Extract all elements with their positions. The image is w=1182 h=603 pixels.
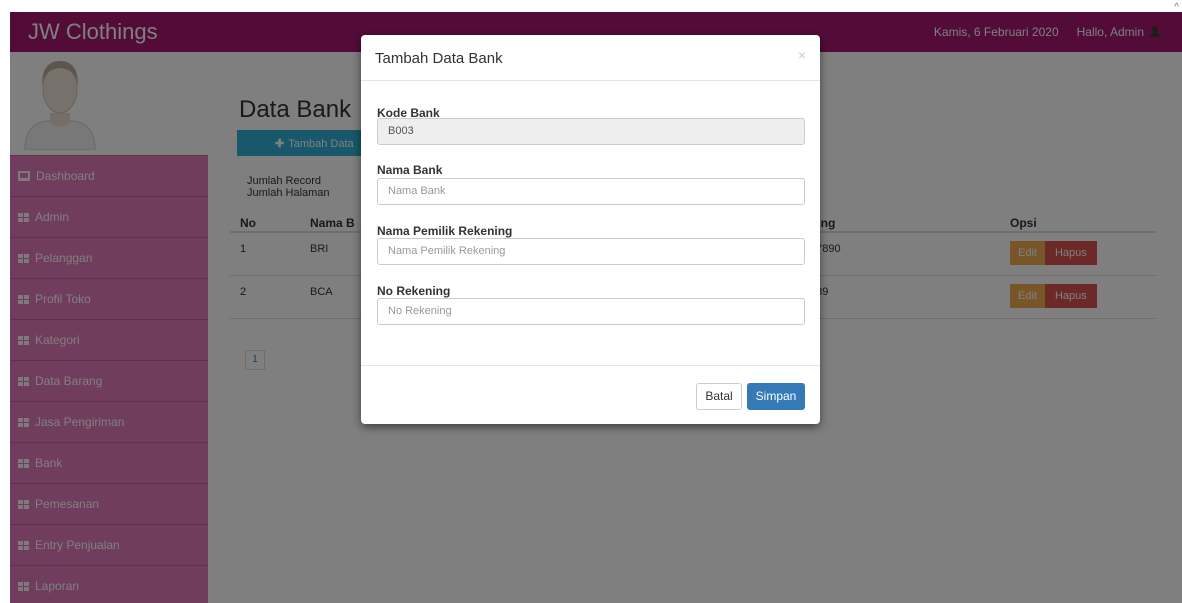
cancel-button[interactable]: Batal: [696, 383, 742, 410]
kode-bank-input: B003: [377, 118, 805, 145]
modal-header: Tambah Data Bank ×: [361, 35, 820, 81]
nama-bank-input[interactable]: Nama Bank: [377, 178, 805, 205]
modal-title: Tambah Data Bank: [375, 50, 503, 67]
close-icon[interactable]: ×: [798, 47, 806, 63]
no-rekening-input[interactable]: No Rekening: [377, 298, 805, 325]
nama-pemilik-input[interactable]: Nama Pemilik Rekening: [377, 238, 805, 265]
modal-footer: Batal Simpan: [361, 365, 820, 424]
nama-bank-label: Nama Bank: [377, 163, 443, 177]
add-bank-modal: Tambah Data Bank × Kode Bank B003 Nama B…: [361, 35, 820, 424]
no-rekening-label: No Rekening: [377, 284, 451, 298]
save-button[interactable]: Simpan: [747, 383, 805, 410]
nama-pemilik-label: Nama Pemilik Rekening: [377, 224, 513, 238]
